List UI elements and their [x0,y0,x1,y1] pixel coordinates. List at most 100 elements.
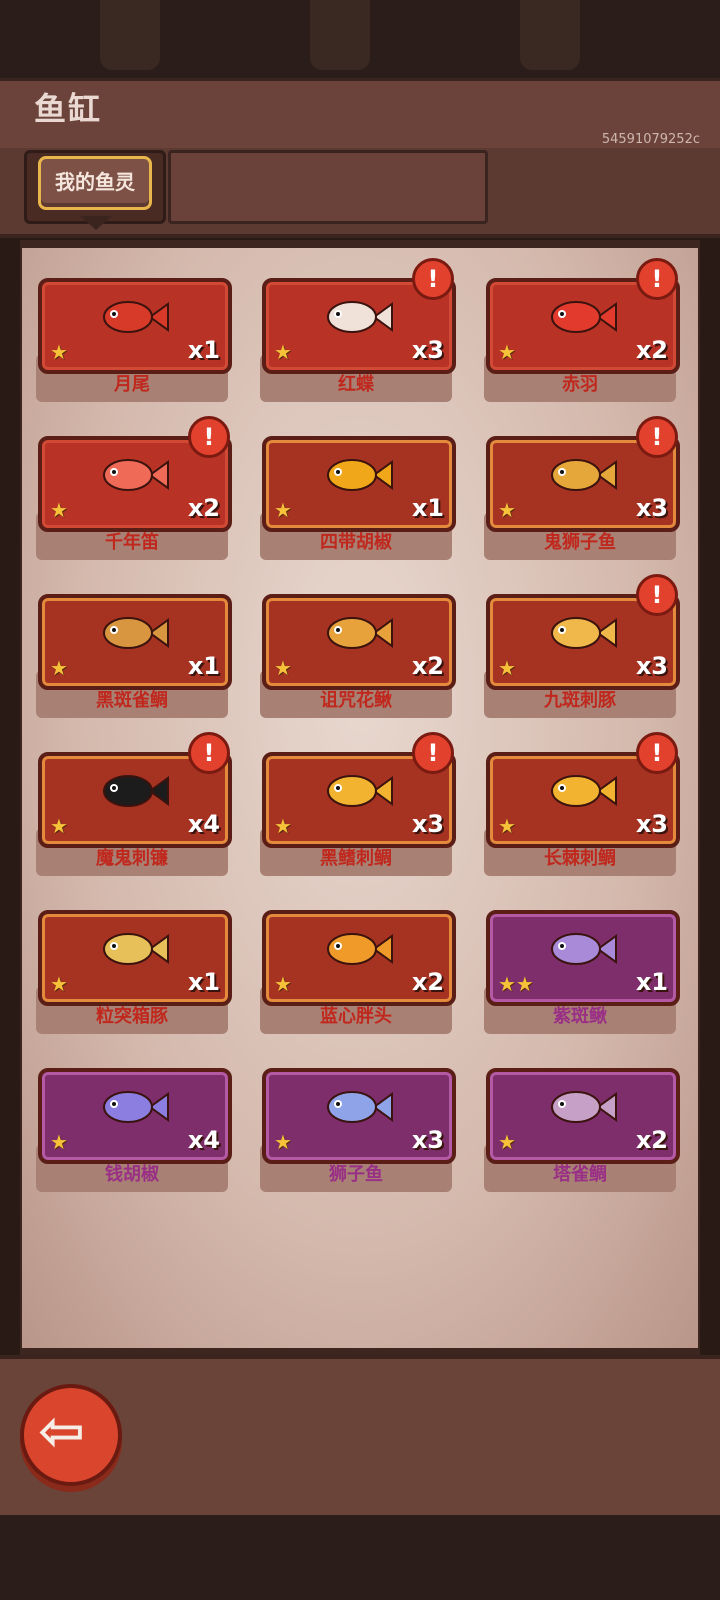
fish-icon [551,933,617,965]
fish-card[interactable]: ★ x1 黑斑雀鲷 [36,594,232,718]
fish-card[interactable]: ★ x4 魔鬼刺镰! [36,732,232,876]
fish-card[interactable]: ★ x3 九斑刺豚! [484,574,680,718]
star-rating: ★ [498,814,516,838]
alert-badge-icon: ! [412,732,454,774]
star-rating: ★★ [498,972,534,996]
fish-card[interactable]: ★ x4 钱胡椒 [36,1068,232,1192]
star-rating: ★ [50,656,68,680]
fish-icon [551,617,617,649]
decor-post [100,0,160,70]
alert-badge-icon: ! [188,416,230,458]
fish-name: 九斑刺豚 [544,690,616,711]
star-rating: ★ [498,340,516,364]
decor-post [520,0,580,70]
fish-name: 赤羽 [562,374,598,395]
fish-count: x4 [187,810,220,838]
fish-card[interactable]: ★ x2 塔雀鲷 [484,1068,680,1192]
fish-name: 钱胡椒 [105,1164,159,1185]
fish-name: 魔鬼刺镰 [96,848,168,869]
alert-badge-icon: ! [636,258,678,300]
fish-count: x3 [635,652,668,680]
top-bar [0,0,720,78]
fish-name: 粒突箱豚 [96,1006,168,1027]
star-rating: ★ [274,656,292,680]
tab-pointer-icon [80,216,112,230]
fish-name: 长棘刺鲷 [544,848,616,869]
fish-count: x1 [187,336,220,364]
fish-icon [103,775,169,807]
alert-badge-icon: ! [636,574,678,616]
fish-count: x3 [411,336,444,364]
fish-name: 黑鳍刺鲷 [320,848,392,869]
fish-name: 狮子鱼 [329,1164,383,1185]
fish-card[interactable]: ★ x3 狮子鱼 [260,1068,456,1192]
tab-my-fish[interactable]: 我的鱼灵 [38,156,152,210]
fish-icon [327,1091,393,1123]
star-rating: ★ [274,972,292,996]
back-arrow-icon: ⇦ [38,1399,85,1464]
star-rating: ★ [50,340,68,364]
fish-icon [327,301,393,333]
star-rating: ★ [498,498,516,522]
fish-count: x2 [411,968,444,996]
fish-count: x2 [635,336,668,364]
star-rating: ★ [498,656,516,680]
fish-name: 鬼狮子鱼 [544,532,616,553]
fish-card[interactable]: ★ x3 长棘刺鲷! [484,732,680,876]
star-rating: ★ [50,498,68,522]
fish-count: x1 [411,494,444,522]
fish-count: x4 [187,1126,220,1154]
back-button[interactable]: ⇦ [20,1384,122,1486]
page-title: 鱼缸 [34,90,103,128]
aquarium-panel: ★ x1 月尾 ★ x3 红蝶! ★ x2 赤羽! ★ x2 千年笛! ★ x1 四带胡椒 ★ x3 鬼狮子鱼! ★… [22,248,698,1348]
star-rating: ★ [50,814,68,838]
fish-icon [327,775,393,807]
fish-icon [103,617,169,649]
fish-icon [551,775,617,807]
fish-card[interactable]: ★ x1 四带胡椒 [260,436,456,560]
star-rating: ★ [50,972,68,996]
fish-card[interactable]: ★ x3 鬼狮子鱼! [484,416,680,560]
star-rating: ★ [498,1130,516,1154]
star-rating: ★ [50,1130,68,1154]
fish-name: 四带胡椒 [320,532,392,553]
star-rating: ★ [274,814,292,838]
fish-card[interactable]: ★ x2 千年笛! [36,416,232,560]
fish-icon [551,1091,617,1123]
fish-count: x1 [187,652,220,680]
fish-name: 黑斑雀鲷 [96,690,168,711]
fish-name: 千年笛 [105,532,159,553]
fish-name: 红蝶 [338,374,374,395]
fish-icon [103,1091,169,1123]
fish-name: 诅咒花鳅 [320,690,392,711]
decor-post [310,0,370,70]
fish-icon [551,301,617,333]
fish-card[interactable]: ★ x1 粒突箱豚 [36,910,232,1034]
alert-badge-icon: ! [412,258,454,300]
fish-count: x3 [411,1126,444,1154]
star-rating: ★ [274,340,292,364]
fish-count: x2 [411,652,444,680]
fish-icon [103,933,169,965]
tab-empty-slot [168,150,488,224]
fish-name: 塔雀鲷 [553,1164,607,1185]
fish-name: 蓝心胖头 [320,1006,392,1027]
fish-card[interactable]: ★ x2 蓝心胖头 [260,910,456,1034]
star-rating: ★ [274,498,292,522]
fish-card[interactable]: ★★ x1 紫斑鳅 [484,910,680,1034]
fish-count: x3 [635,494,668,522]
fish-icon [327,933,393,965]
fish-card[interactable]: ★ x1 月尾 [36,278,232,402]
alert-badge-icon: ! [188,732,230,774]
fish-count: x3 [411,810,444,838]
fish-card[interactable]: ★ x3 黑鳍刺鲷! [260,732,456,876]
fish-card[interactable]: ★ x2 赤羽! [484,258,680,402]
fish-count: x2 [635,1126,668,1154]
fish-card[interactable]: ★ x2 诅咒花鳅 [260,594,456,718]
player-id: 54591079252c [601,132,700,147]
fish-card[interactable]: ★ x3 红蝶! [260,258,456,402]
fish-name: 紫斑鳅 [553,1006,607,1027]
fish-icon [551,459,617,491]
bottom-edge [0,1515,720,1600]
fish-count: x1 [635,968,668,996]
